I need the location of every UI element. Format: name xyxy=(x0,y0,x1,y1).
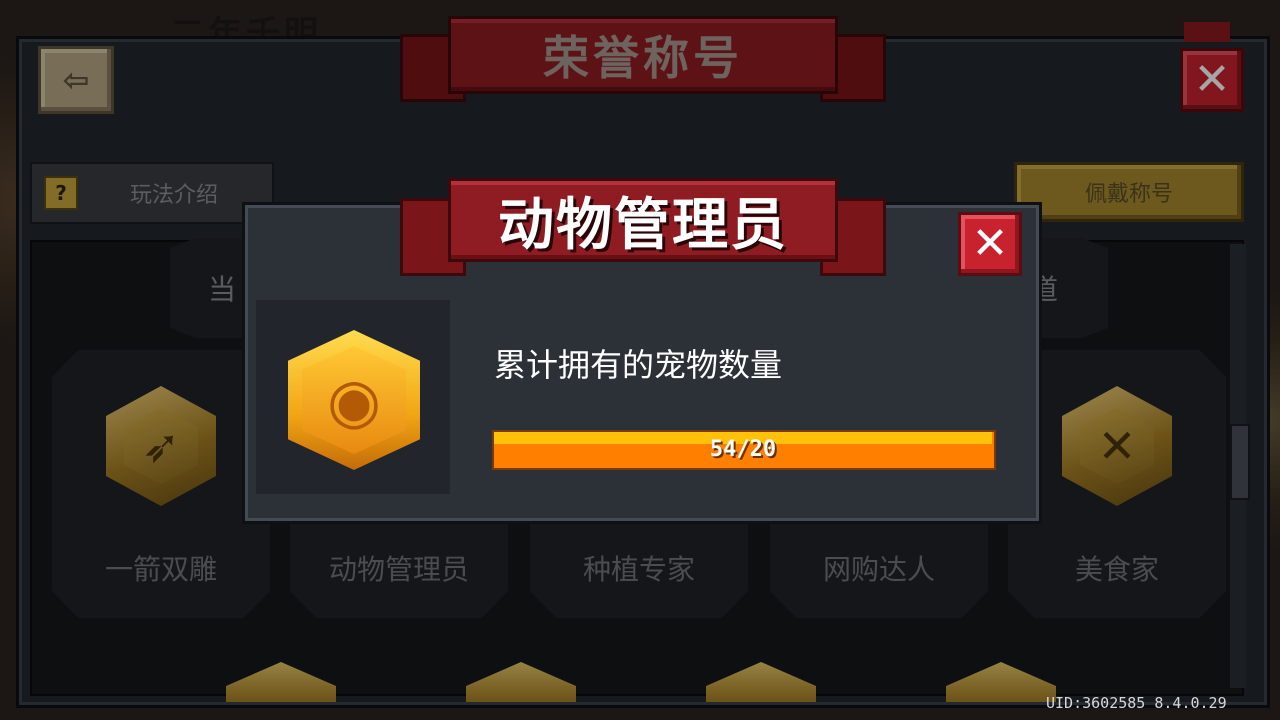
title-description: 累计拥有的宠物数量 xyxy=(494,346,783,384)
dialog-title-ribbon: 动物管理员 xyxy=(448,178,838,262)
progress-text: 54/20 xyxy=(709,436,777,462)
close-dialog-button[interactable]: ✕ xyxy=(958,212,1022,276)
hamster-glyph-icon: ◉ xyxy=(326,363,382,437)
close-icon: ✕ xyxy=(971,218,1009,269)
uid-version-label: UID:3602585 8.4.0.29 xyxy=(1046,694,1227,712)
dialog-title: 动物管理员 xyxy=(498,192,788,258)
